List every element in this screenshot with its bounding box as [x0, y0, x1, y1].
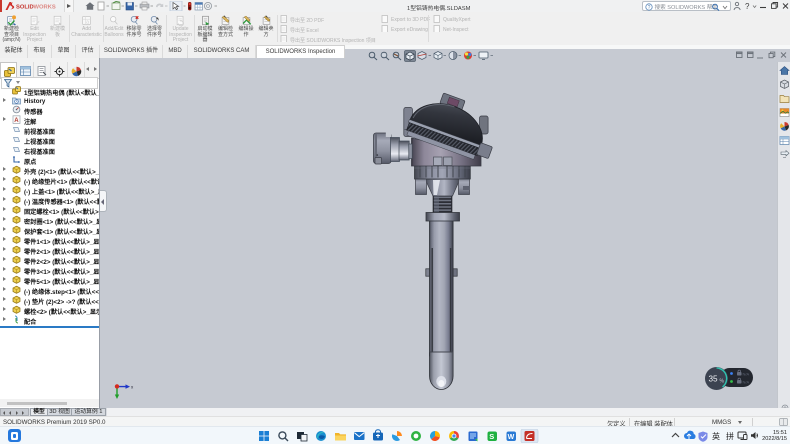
- svg-text:S: S: [489, 432, 494, 441]
- svg-text:W: W: [508, 434, 515, 441]
- svg-text:%: %: [720, 379, 725, 385]
- svg-text:N/A: N/A: [743, 380, 750, 385]
- svg-text:拼: 拼: [726, 431, 734, 441]
- svg-text:?: ?: [745, 2, 750, 11]
- svg-text:N/A: N/A: [743, 372, 750, 377]
- svg-text:a: a: [86, 19, 89, 25]
- svg-text:搜索 SOLIDWORKS 帮助: 搜索 SOLIDWORKS 帮助: [655, 3, 719, 11]
- svg-text:A: A: [14, 118, 19, 124]
- svg-text:x: x: [131, 385, 134, 390]
- svg-text:?: ?: [648, 5, 651, 11]
- svg-text:英: 英: [712, 431, 720, 441]
- svg-text:35: 35: [709, 375, 719, 384]
- svg-text:SOLID: SOLID: [16, 5, 34, 11]
- svg-text:WORKS: WORKS: [34, 5, 56, 11]
